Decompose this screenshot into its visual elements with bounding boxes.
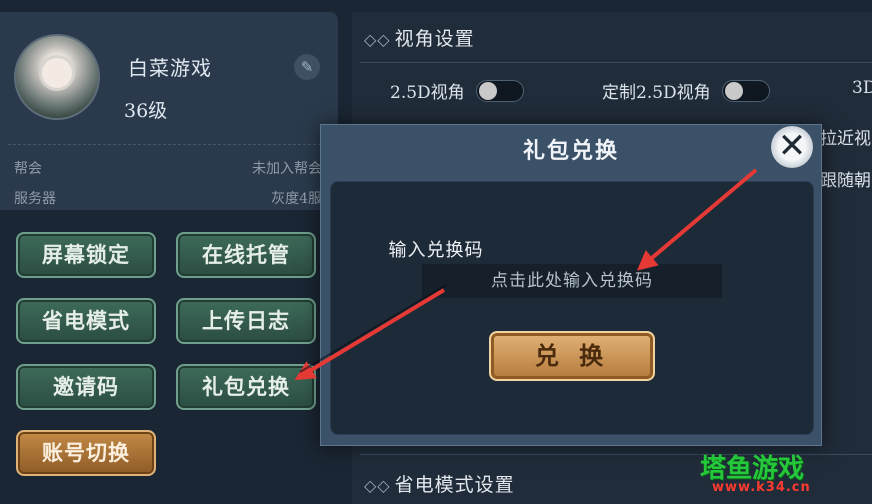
dialog-title: 礼包兑换 [522,138,619,164]
pencil-icon: ✎ [300,58,314,76]
power-settings-title: ◇◇ 省电模式设置 [364,470,515,497]
toggle-knob [479,82,497,100]
gift-redeem-button[interactable]: 礼包兑换 [176,364,316,410]
toggle-custom-25d[interactable] [722,80,770,102]
edit-name-button[interactable]: ✎ [294,54,320,80]
code-label: 输入兑换码 [388,240,484,261]
view-settings-title: ◇◇ 视角设置 [364,24,475,51]
section-divider [360,62,872,63]
switch-account-button[interactable]: 账号切换 [16,430,156,476]
avatar[interactable] [14,34,100,120]
power-save-button[interactable]: 省电模式 [16,298,156,344]
upload-log-button[interactable]: 上传日志 [176,298,316,344]
diamond-icon: ◇◇ [364,30,391,49]
redeem-button[interactable]: 兑 换 [489,331,655,381]
option-3d-label: 3D [852,78,872,98]
power-settings-title-text: 省电模式设置 [394,474,515,496]
toggle-25d[interactable] [476,80,524,102]
profile-card: 白菜游戏 36级 ✎ 帮会 未加入帮会 服务器 灰度4服 [0,12,338,210]
toggle-knob [725,82,743,100]
guild-label: 帮会 [14,161,42,177]
option-25d-label: 2.5D视角 [390,83,465,103]
server-value: 灰度4服 [271,191,322,207]
diamond-icon: ◇◇ [364,476,391,495]
watermark-url: www.k34.cn [712,480,811,495]
dialog-body [330,181,814,435]
close-icon[interactable]: ✕ [771,126,813,168]
server-label: 服务器 [14,191,56,207]
option-custom-25d-label: 定制2.5D视角 [602,83,711,103]
redeem-code-input[interactable] [422,264,722,298]
invite-code-button[interactable]: 邀请码 [16,364,156,410]
close-view-label: 拉近视 [820,129,871,149]
player-name: 白菜游戏 [128,56,212,80]
divider [8,144,326,145]
guild-value: 未加入帮会 [252,161,322,177]
follow-direction-label: 跟随朝 [820,171,871,191]
view-settings-title-text: 视角设置 [394,28,475,50]
player-level: 36级 [124,100,168,122]
